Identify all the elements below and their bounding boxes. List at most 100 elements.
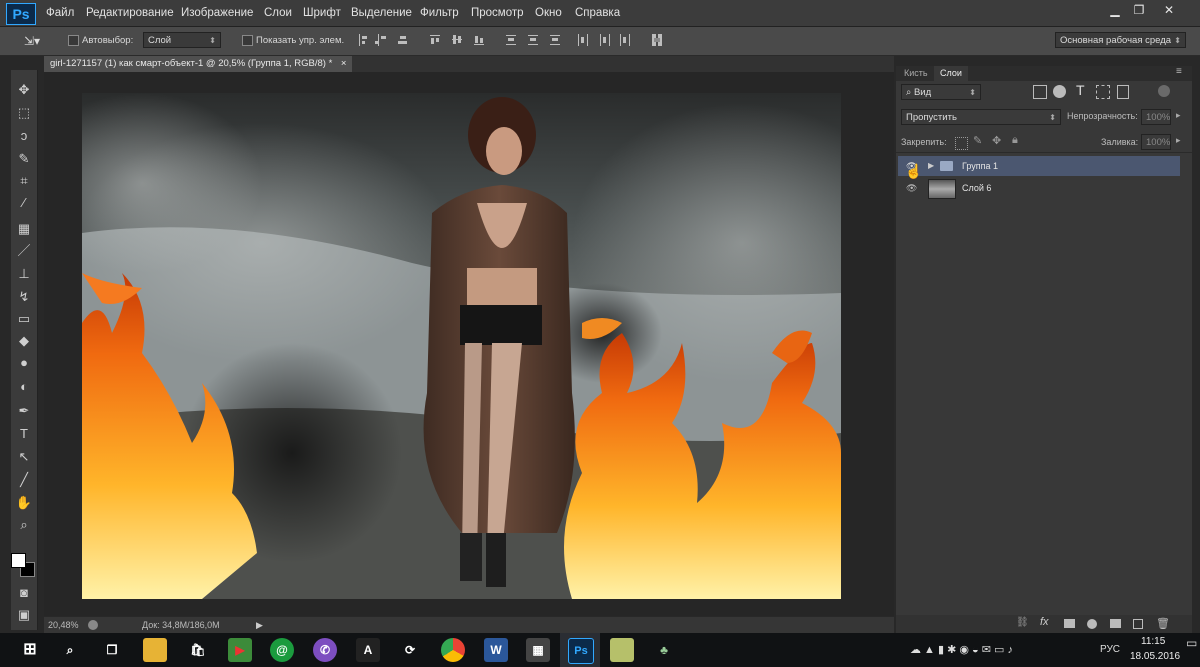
menu-type[interactable]: Шрифт <box>303 0 341 26</box>
healing-brush-tool-icon[interactable]: ▦ <box>11 218 37 240</box>
language-indicator[interactable]: РУС <box>1100 633 1120 667</box>
text-app-icon[interactable]: A <box>356 638 380 662</box>
filter-smart-object-icon[interactable] <box>1117 85 1129 99</box>
opacity-slider-arrow-icon[interactable]: ▸ <box>1176 110 1181 121</box>
zoom-level[interactable]: 20,48% <box>48 617 79 633</box>
blend-mode-select[interactable]: Пропустить ⬍ <box>901 109 1061 125</box>
file-explorer-icon[interactable] <box>143 638 167 662</box>
filter-adjustment-icon[interactable] <box>1053 85 1066 98</box>
move-tool-icon[interactable]: ✥ <box>11 79 37 101</box>
brush-tool-icon[interactable]: ／ <box>11 240 37 262</box>
menu-image[interactable]: Изображение <box>181 0 253 26</box>
minimize-button[interactable]: ▁ <box>1104 2 1126 18</box>
autoselect-checkbox[interactable] <box>68 35 79 46</box>
media-app-icon[interactable]: ▶ <box>228 638 252 662</box>
layer-row-layer[interactable]: 👁︎ Слой 6 <box>898 178 1180 199</box>
fill-slider-arrow-icon[interactable]: ▸ <box>1176 135 1181 146</box>
panel-menu-icon[interactable]: ≡ <box>1176 66 1182 77</box>
lock-position-icon[interactable]: ✥ <box>992 134 1001 147</box>
eyedropper-tool-icon[interactable]: ⁄ <box>11 192 37 214</box>
close-tab-icon[interactable]: × <box>341 58 347 69</box>
close-button[interactable]: ✕ <box>1158 2 1180 18</box>
visibility-eye-icon[interactable]: 👁︎ <box>906 178 917 198</box>
crop-tool-icon[interactable]: ⌗ <box>11 170 37 192</box>
tray-icons[interactable]: ☁ ▲ ▮ ✱ ◉ ◒ ✉ ▭ ♪ <box>910 633 1013 667</box>
chrome-icon[interactable] <box>441 638 465 662</box>
pen-tool-icon[interactable]: ✒ <box>11 400 37 422</box>
foreground-color-swatch-top[interactable] <box>11 553 26 568</box>
viber-icon[interactable]: ✆ <box>313 638 337 662</box>
restore-button[interactable]: ❐ <box>1128 2 1150 18</box>
menu-file[interactable]: Файл <box>46 0 74 26</box>
menu-edit[interactable]: Редактирование <box>86 0 174 26</box>
fx-icon[interactable]: fx <box>1040 616 1049 628</box>
status-menu-arrow-icon[interactable]: ▶ <box>256 617 263 633</box>
show-controls-checkbox[interactable] <box>242 35 253 46</box>
task-view-icon[interactable]: ❐ <box>100 638 124 662</box>
menu-layers[interactable]: Слои <box>264 0 292 26</box>
lock-all-icon[interactable]: 🔒︎ <box>1012 134 1018 147</box>
marquee-tool-icon[interactable]: ⬚ <box>11 102 37 124</box>
windows-start-icon[interactable]: ⊞ <box>18 638 42 662</box>
lock-transparency-icon[interactable] <box>955 137 968 150</box>
type-tool-icon[interactable]: T <box>11 423 37 445</box>
clone-stamp-tool-icon[interactable]: ⊥ <box>11 263 37 285</box>
filter-shape-icon[interactable] <box>1096 85 1110 99</box>
blur-tool-icon[interactable]: ● <box>11 352 37 374</box>
tab-brush[interactable]: Кисть <box>898 66 934 81</box>
move-tool-preset-icon[interactable]: ⇲▾ <box>24 31 46 51</box>
document-canvas[interactable] <box>82 93 841 599</box>
filter-type-icon[interactable]: T <box>1076 82 1085 98</box>
lock-pixels-icon[interactable]: ✎ <box>973 134 982 147</box>
tab-layers[interactable]: Слои <box>934 66 968 81</box>
store-icon[interactable]: 🛍︎ <box>186 638 210 662</box>
notes-app-icon[interactable] <box>610 638 634 662</box>
new-layer-icon[interactable] <box>1133 619 1143 629</box>
filter-pixel-icon[interactable] <box>1033 85 1047 99</box>
layer-row-group[interactable]: 👁︎ ▶ Группа 1 <box>898 156 1180 176</box>
menu-view[interactable]: Просмотр <box>471 0 524 26</box>
delete-layer-icon[interactable]: 🗑︎ <box>1156 617 1170 630</box>
screen-mode-icon[interactable]: ▣ <box>11 604 37 626</box>
menu-help[interactable]: Справка <box>575 0 620 26</box>
expand-arrow-icon[interactable]: ▶ <box>928 156 934 176</box>
menu-select[interactable]: Выделение <box>351 0 412 26</box>
hand-tool-icon[interactable]: ✋ <box>11 492 37 514</box>
lasso-tool-icon[interactable]: ↄ <box>11 125 37 147</box>
line-tool-icon[interactable]: ╱ <box>11 469 37 491</box>
layer-filter-select[interactable]: ⌕ Вид ⬍ <box>901 84 981 100</box>
filter-toggle-icon[interactable] <box>1158 85 1170 97</box>
menu-window[interactable]: Окно <box>535 0 562 26</box>
sync-app-icon[interactable]: ⟳ <box>398 638 422 662</box>
clock-time[interactable]: 11:15 <box>1141 636 1165 647</box>
dodge-tool-icon[interactable]: ◐ <box>11 376 37 398</box>
calculator-icon[interactable]: ▦ <box>526 638 550 662</box>
status-info-icon[interactable] <box>88 620 98 630</box>
notifications-icon[interactable]: ▭ <box>1186 636 1197 650</box>
quick-select-tool-icon[interactable]: ✎ <box>11 148 37 170</box>
workspace-select[interactable]: Основная рабочая среда ⬍ <box>1055 32 1186 48</box>
history-brush-tool-icon[interactable]: ↯ <box>11 286 37 308</box>
document-tab[interactable]: girl-1271157 (1) как смарт-объект-1 @ 20… <box>44 56 353 72</box>
layer-thumbnail <box>928 179 956 199</box>
quick-mask-icon[interactable]: ◙ <box>11 582 37 604</box>
new-group-icon[interactable] <box>1110 619 1121 628</box>
zoom-tool-icon[interactable]: ⌕ <box>11 514 37 536</box>
search-icon[interactable]: ⌕ <box>58 638 82 662</box>
paint-bucket-tool-icon[interactable]: ◆ <box>11 330 37 352</box>
opacity-input[interactable]: 100% <box>1141 109 1171 125</box>
clock-date[interactable]: 18.05.2016 <box>1130 651 1180 662</box>
add-mask-icon[interactable] <box>1064 619 1075 628</box>
app-icon[interactable]: ♣ <box>652 638 676 662</box>
align-distribute-icons[interactable] <box>356 32 676 48</box>
menu-filter[interactable]: Фильтр <box>420 0 459 26</box>
adjustment-layer-icon[interactable] <box>1087 619 1097 629</box>
autoselect-target-select[interactable]: Слой ⬍ <box>143 32 221 48</box>
path-selection-tool-icon[interactable]: ↖ <box>11 446 37 468</box>
messenger-app-icon[interactable]: @ <box>270 638 294 662</box>
fill-input[interactable]: 100% <box>1141 134 1171 150</box>
eraser-tool-icon[interactable]: ▭ <box>11 308 37 330</box>
link-layers-icon[interactable]: ⛓ <box>1016 617 1029 628</box>
word-icon[interactable]: W <box>484 638 508 662</box>
photoshop-taskbar-icon[interactable]: Ps <box>568 638 594 664</box>
